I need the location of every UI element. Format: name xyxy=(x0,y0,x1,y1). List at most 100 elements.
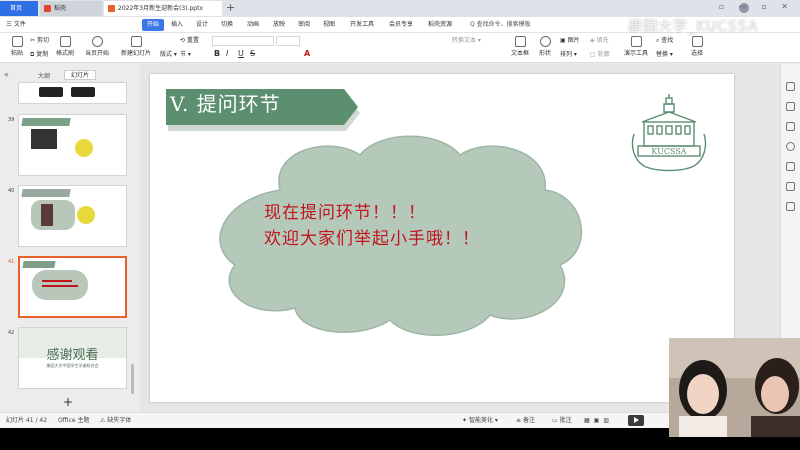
font-size-select[interactable] xyxy=(276,36,300,46)
tab-slides[interactable]: 幻灯片 xyxy=(64,70,96,80)
arrange-button[interactable]: 排列 ▾ xyxy=(560,50,577,59)
strikethrough-button[interactable]: S xyxy=(250,49,255,58)
slide-thumbnail[interactable] xyxy=(18,82,127,104)
theme-name[interactable]: Office 主题 xyxy=(58,417,89,425)
missing-font-button[interactable]: ⚠ 缺失字体 xyxy=(100,417,131,425)
view-mode-buttons[interactable]: ▦▣▥ xyxy=(584,417,613,425)
window-controls[interactable]: ▫ — ▫ ✕ xyxy=(719,2,794,11)
animation-pane-icon[interactable] xyxy=(786,122,795,131)
paste-button[interactable]: 粘贴 xyxy=(6,36,28,57)
select-label: 选择 xyxy=(690,50,703,57)
paste-icon xyxy=(11,36,23,47)
copy-button[interactable]: ⧉ 复制 xyxy=(30,50,48,59)
comments-button[interactable]: ▭ 批注 xyxy=(552,417,572,425)
slide-thumbnail-40[interactable] xyxy=(18,185,127,247)
properties-icon[interactable] xyxy=(786,82,795,91)
collapse-panel-icon[interactable]: « xyxy=(4,70,9,79)
section-button[interactable]: 节 ▾ xyxy=(180,50,191,59)
webcam-overlay xyxy=(669,338,800,437)
slide-count: 幻灯片 41 / 42 xyxy=(6,417,48,424)
menu-view[interactable]: 视图 xyxy=(323,19,335,31)
format-painter-icon xyxy=(59,36,71,47)
tab-outline[interactable]: 大纲 xyxy=(38,71,50,80)
share-icon[interactable] xyxy=(786,162,795,171)
format-painter-button[interactable]: 格式刷 xyxy=(52,36,78,57)
tab-home[interactable]: 首页 xyxy=(0,1,38,16)
menu-animation[interactable]: 动画 xyxy=(247,19,259,31)
thumbnail-42-title: 感谢观看 xyxy=(46,348,99,363)
add-slide-button[interactable]: + xyxy=(63,395,73,409)
shape-label: 形状 xyxy=(538,50,551,57)
picture-button[interactable]: ▣ 图片 xyxy=(560,36,580,45)
notes-button[interactable]: ≡ 备注 xyxy=(516,417,535,425)
thumbnail-title-bar xyxy=(21,118,71,126)
slide-number: 41 xyxy=(8,259,15,265)
select-icon xyxy=(691,36,703,47)
menu-slideshow[interactable]: 放映 xyxy=(273,19,285,31)
thumbnail-image xyxy=(39,87,63,97)
play-icon xyxy=(91,36,103,47)
smart-beautify-button[interactable]: ✦ 智能美化 ▾ xyxy=(462,417,498,425)
reset-label: 重置 xyxy=(186,37,199,44)
help-icon[interactable] xyxy=(786,142,795,151)
slideshow-play-button[interactable] xyxy=(628,415,644,426)
streamer-watermark: 康园大学_KUCSSA xyxy=(628,19,759,35)
font-name-select[interactable] xyxy=(212,36,274,46)
italic-button[interactable]: I xyxy=(226,49,228,58)
slide-thumbnail-39[interactable] xyxy=(18,114,127,176)
backup-icon[interactable] xyxy=(786,182,795,191)
new-tab-button[interactable]: + xyxy=(226,1,235,15)
thumbnail-42-subtitle: 康园大学中国学生学者联合会 xyxy=(46,363,99,368)
cloud-text-line-2[interactable]: 欢迎大家们举起小手哦！！ xyxy=(264,224,480,249)
replace-button[interactable]: 替换 ▾ xyxy=(656,50,673,59)
tab-docer[interactable]: 稻壳 xyxy=(40,1,102,16)
underline-button[interactable]: U xyxy=(238,49,244,58)
thumbnail-text-line xyxy=(42,280,72,282)
menu-review[interactable]: 审阅 xyxy=(298,19,310,31)
pptx-file-icon xyxy=(108,5,115,12)
menu-design[interactable]: 设计 xyxy=(196,19,208,31)
presentation-tools-label: 演示工具 xyxy=(623,50,648,57)
select-pane-icon[interactable] xyxy=(786,102,795,111)
textbox-icon xyxy=(514,36,526,47)
menu-transition[interactable]: 切换 xyxy=(221,19,233,31)
new-slide-button[interactable]: 新建幻灯片 xyxy=(118,36,154,57)
fill-label: 填充 xyxy=(596,37,609,44)
find-button[interactable]: ⌕ 查找 xyxy=(656,36,673,45)
textbox-label: 文本框 xyxy=(510,50,529,57)
slide-thumbnail-41-selected[interactable] xyxy=(18,256,127,318)
menu-developer[interactable]: 开发工具 xyxy=(350,19,374,31)
menu-docer-resources[interactable]: 稻壳资源 xyxy=(428,19,452,31)
play-from-current-button[interactable]: 当页开始 xyxy=(82,36,112,57)
cut-button[interactable]: ✂ 剪切 xyxy=(30,36,49,45)
tab-home-label: 首页 xyxy=(10,5,23,12)
location-icon[interactable] xyxy=(786,202,795,211)
missing-font-label: 缺失字体 xyxy=(107,417,132,424)
slide-title[interactable]: V. 提问环节 xyxy=(170,88,281,117)
current-slide[interactable]: V. 提问环节 现在提问环节！！！ 欢迎大家们举起小手哦！！ KUCSSA xyxy=(150,74,734,402)
comments-label: 批注 xyxy=(559,417,572,424)
command-search[interactable]: Q 查找命令、搜索模板 xyxy=(470,20,531,30)
layout-button[interactable]: 版式 ▾ xyxy=(160,50,177,59)
textbox-button[interactable]: 文本框 xyxy=(508,36,532,57)
select-button[interactable]: 选择 xyxy=(686,36,708,57)
reset-button[interactable]: ⟲ 重置 xyxy=(180,36,199,45)
bold-button[interactable]: B xyxy=(214,49,220,58)
smart-beautify-label: 智能美化 xyxy=(468,417,493,424)
menu-start[interactable]: 开始 xyxy=(142,19,165,31)
presentation-tools-button[interactable]: 演示工具 xyxy=(620,36,652,57)
notes-label: 备注 xyxy=(522,417,535,424)
shape-button[interactable]: 形状 xyxy=(534,36,556,57)
convert-text-button[interactable]: 转换文本 ▾ xyxy=(452,36,481,45)
slide-thumbnail-42[interactable]: 感谢观看 康园大学中国学生学者联合会 xyxy=(18,327,127,389)
menu-member[interactable]: 会员专享 xyxy=(389,19,413,31)
outline-button[interactable]: □ 轮廓 xyxy=(590,50,610,59)
tab-document[interactable]: 2022年3月新生迎新会(3).pptx xyxy=(104,1,222,16)
kucssa-logo: KUCSSA xyxy=(631,94,707,172)
file-menu[interactable]: 三 文件 xyxy=(6,19,26,31)
fill-button[interactable]: ◈ 填充 xyxy=(590,36,609,45)
menu-insert[interactable]: 插入 xyxy=(171,19,183,31)
font-color-button[interactable]: A xyxy=(304,49,310,58)
cloud-text-line-1[interactable]: 现在提问环节！！！ xyxy=(264,198,426,223)
thumbnail-scrollbar[interactable] xyxy=(131,364,134,394)
